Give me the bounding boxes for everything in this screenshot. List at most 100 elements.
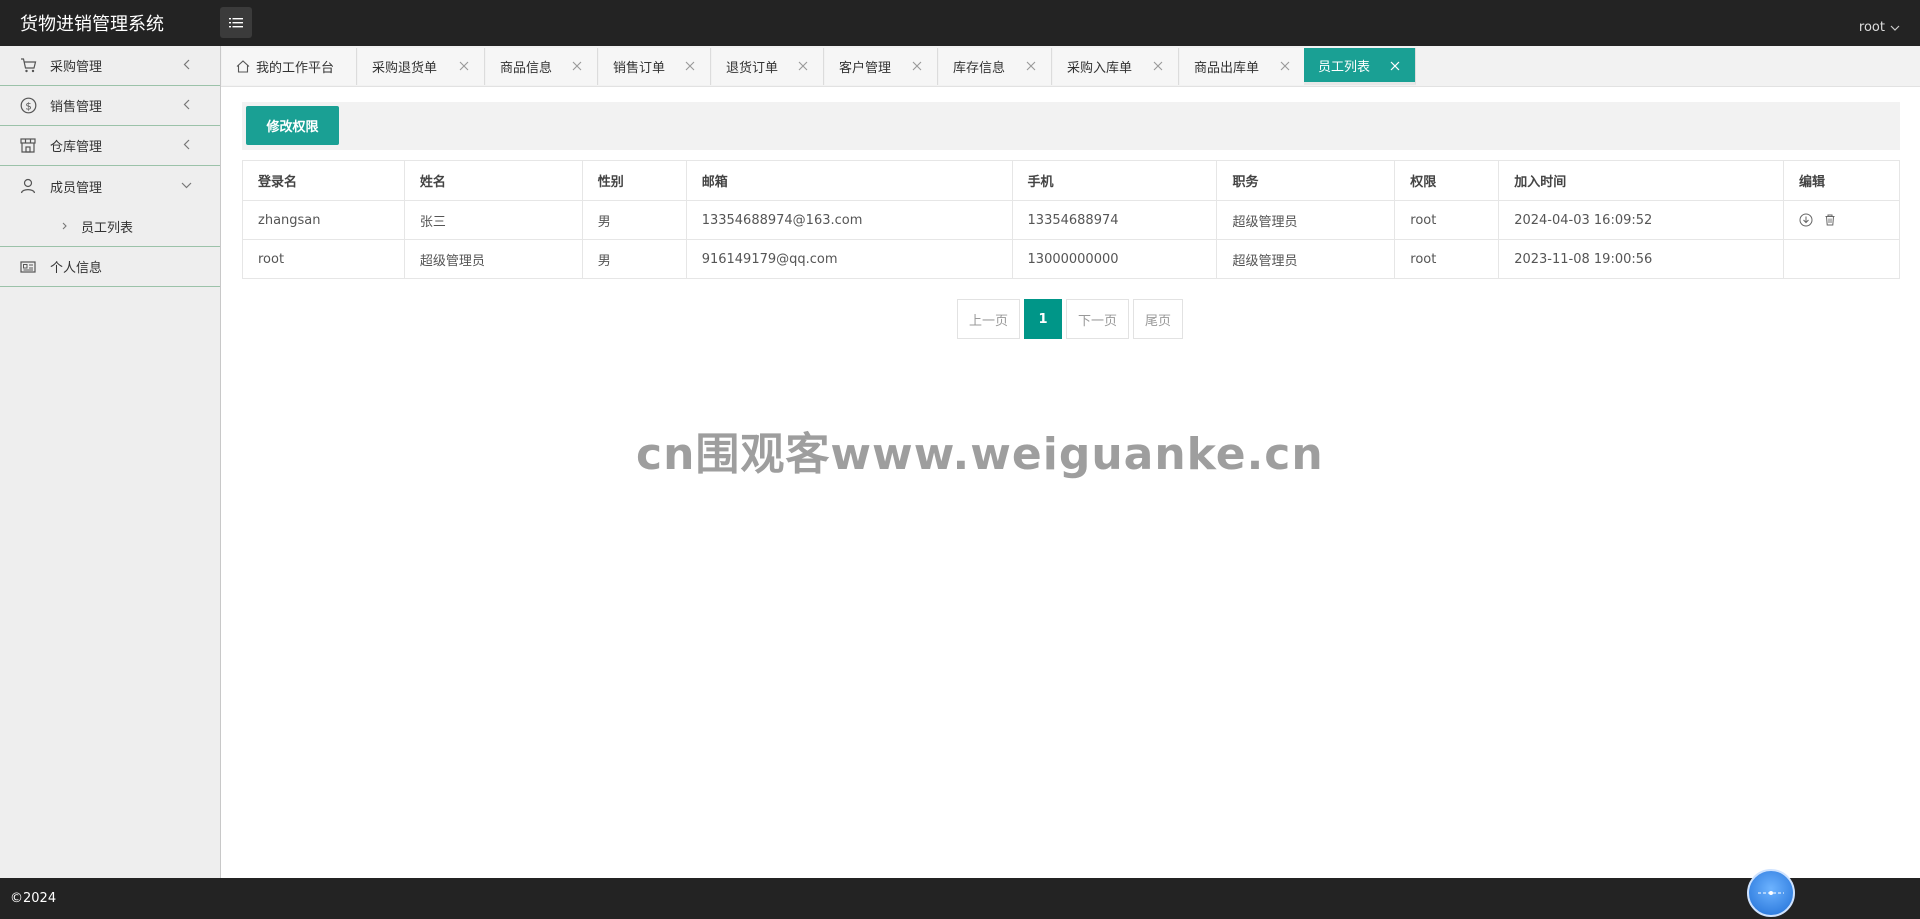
floating-assistant-button[interactable] — [1747, 869, 1795, 917]
store-icon — [19, 137, 37, 155]
close-icon[interactable] — [1025, 60, 1037, 72]
close-icon[interactable] — [458, 60, 470, 72]
last-page-button[interactable]: 尾页 — [1133, 299, 1184, 339]
modify-permission-button[interactable]: 修改权限 — [246, 106, 339, 145]
tab-return-order[interactable]: 退货订单 — [712, 48, 824, 85]
home-icon — [236, 60, 250, 73]
cell-gender: 男 — [581, 239, 687, 279]
tab-purchase-return[interactable]: 采购退货单 — [358, 48, 485, 85]
tab-label: 客户管理 — [839, 61, 892, 76]
chevron-right-icon — [62, 222, 67, 230]
cell-permission: root — [1394, 200, 1500, 240]
tab-employee-list[interactable]: 员工列表 — [1304, 48, 1416, 85]
tab-label: 退货订单 — [726, 61, 779, 76]
cell-gender: 男 — [581, 200, 687, 240]
close-icon[interactable] — [1279, 60, 1291, 72]
tab-purchase-inbound[interactable]: 采购入库单 — [1053, 48, 1179, 85]
close-icon[interactable] — [1389, 60, 1401, 72]
tab-product-info[interactable]: 商品信息 — [486, 48, 598, 85]
tab-label: 库存信息 — [953, 61, 1006, 76]
column-header: 邮箱 — [685, 160, 1013, 201]
tab-bar: 我的工作平台 采购退货单 商品信息 销售订单 退货订单 客户管理 库存信息 采购… — [221, 46, 1920, 87]
tab-label: 商品信息 — [500, 61, 553, 76]
copyright: ©2024 — [10, 891, 57, 906]
sidebar-item-profile[interactable]: 个人信息 — [0, 247, 220, 287]
tab-inventory-info[interactable]: 库存信息 — [939, 48, 1052, 85]
prev-page-button[interactable]: 上一页 — [957, 299, 1021, 339]
cell-edit — [1783, 239, 1900, 279]
tab-label: 采购退货单 — [372, 61, 438, 76]
current-page-button[interactable]: 1 — [1024, 299, 1063, 339]
sidebar-subitem-employee-list[interactable]: 员工列表 — [0, 206, 220, 247]
tab-sales-order[interactable]: 销售订单 — [599, 48, 711, 85]
id-card-icon — [19, 258, 37, 276]
column-header: 登录名 — [242, 160, 405, 201]
sidebar-item-warehouse[interactable]: 仓库管理 — [0, 126, 220, 166]
table-header-row: 登录名 姓名 性别 邮箱 手机 职务 权限 加入时间 编辑 — [242, 160, 1900, 201]
cell-permission: root — [1394, 239, 1500, 279]
sidebar-item-label: 个人信息 — [50, 261, 103, 276]
tab-workbench[interactable]: 我的工作平台 — [222, 48, 357, 85]
menu-toggle-button[interactable] — [220, 7, 252, 38]
close-icon[interactable] — [911, 60, 923, 72]
sidebar-subitem-label: 员工列表 — [81, 220, 134, 236]
column-header: 性别 — [581, 160, 687, 201]
close-icon[interactable] — [797, 60, 809, 72]
cart-icon — [19, 57, 37, 75]
cell-name: 张三 — [403, 200, 583, 240]
app-title: 货物进销管理系统 — [20, 14, 164, 35]
cell-email: 916149179@qq.com — [685, 239, 1013, 279]
sidebar-item-sales[interactable]: $ 销售管理 — [0, 86, 220, 126]
tab-customer-management[interactable]: 客户管理 — [825, 48, 938, 85]
chevron-left-icon — [183, 99, 190, 110]
list-icon — [229, 17, 243, 27]
cell-join-time: 2024-04-03 16:09:52 — [1498, 200, 1784, 240]
close-icon[interactable] — [684, 60, 696, 72]
table-row: zhangsan 张三 男 13354688974@163.com 133546… — [242, 200, 1900, 240]
close-icon[interactable] — [1152, 60, 1164, 72]
tab-label: 我的工作平台 — [256, 61, 335, 76]
sidebar-item-label: 销售管理 — [50, 100, 103, 115]
cell-login: zhangsan — [242, 200, 405, 240]
cell-phone: 13000000000 — [1011, 239, 1218, 279]
tab-label: 采购入库单 — [1067, 61, 1133, 76]
chevron-left-icon — [183, 59, 190, 70]
chevron-left-icon — [183, 139, 190, 150]
tab-product-outbound[interactable]: 商品出库单 — [1180, 48, 1306, 85]
sidebar-item-label: 采购管理 — [50, 60, 103, 75]
sidebar-item-purchase[interactable]: 采购管理 — [0, 46, 220, 86]
cell-position: 超级管理员 — [1216, 200, 1396, 240]
footer: ©2024 — [0, 878, 1920, 919]
column-header: 加入时间 — [1498, 160, 1784, 201]
cell-name: 超级管理员 — [403, 239, 583, 279]
crosshair-icon — [1758, 891, 1784, 895]
watermark: cn围观客www.weiguanke.cn — [636, 429, 1324, 480]
column-header: 姓名 — [403, 160, 583, 201]
sidebar-item-members[interactable]: 成员管理 — [0, 166, 220, 206]
table-row: root 超级管理员 男 916149179@qq.com 1300000000… — [242, 239, 1900, 279]
cell-join-time: 2023-11-08 19:00:56 — [1498, 239, 1784, 279]
tab-label: 销售订单 — [613, 61, 666, 76]
close-icon[interactable] — [571, 60, 583, 72]
user-menu[interactable]: root — [1859, 20, 1900, 35]
chevron-down-icon — [181, 182, 192, 189]
cell-phone: 13354688974 — [1011, 200, 1218, 240]
sidebar-item-label: 成员管理 — [50, 180, 103, 196]
cell-email: 13354688974@163.com — [685, 200, 1013, 240]
download-circle-icon[interactable] — [1799, 213, 1813, 227]
next-page-button[interactable]: 下一页 — [1066, 299, 1130, 339]
tab-label: 商品出库单 — [1194, 61, 1260, 76]
dollar-icon: $ — [19, 97, 37, 115]
column-header: 权限 — [1394, 160, 1500, 201]
sidebar-item-label: 仓库管理 — [50, 140, 103, 155]
employee-table: 登录名 姓名 性别 邮箱 手机 职务 权限 加入时间 编辑 zhangsan 张… — [242, 160, 1900, 279]
chevron-down-icon — [1890, 25, 1900, 31]
column-header: 手机 — [1011, 160, 1218, 201]
trash-icon[interactable] — [1823, 213, 1837, 227]
pagination: 上一页 1 下一页 尾页 — [957, 299, 1184, 339]
tab-label: 员工列表 — [1318, 59, 1371, 75]
svg-text:$: $ — [25, 101, 31, 112]
sidebar: 采购管理 $ 销售管理 仓库管理 成员管理 员工列表 个人信息 — [0, 46, 221, 878]
user-icon — [19, 177, 37, 195]
cell-edit — [1783, 200, 1900, 240]
